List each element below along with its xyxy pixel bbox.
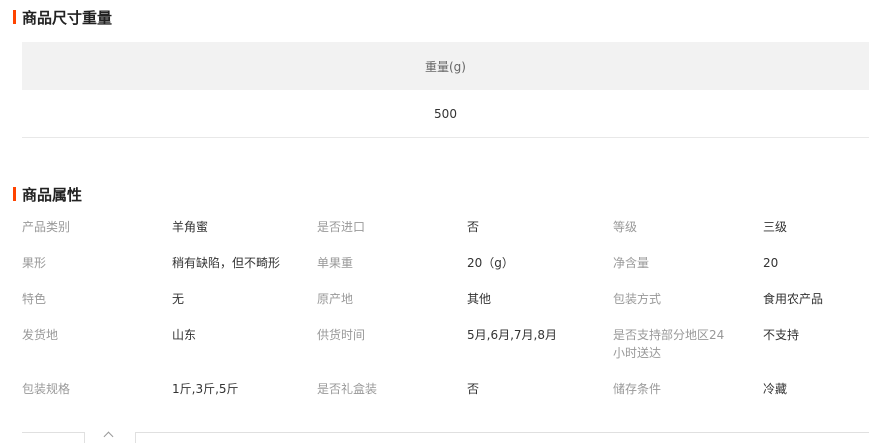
- attributes-section-title: 商品属性: [13, 185, 83, 204]
- attributes-grid: 产品类别 羊角蜜 是否进口 否 等级 三级 果形 稍有缺陷，但不畸形 单果重 2…: [22, 218, 869, 416]
- attribute-value: 无: [172, 292, 185, 306]
- attribute-row: 产品类别 羊角蜜 是否进口 否 等级 三级: [22, 218, 869, 254]
- attribute-label: 发货地: [22, 328, 59, 342]
- size-weight-section-title: 商品尺寸重量: [13, 8, 113, 27]
- attribute-value: 20（g）: [467, 256, 514, 270]
- attribute-label: 果形: [22, 256, 47, 270]
- size-weight-table: 重量(g) 500: [22, 42, 869, 138]
- attribute-value: 否: [467, 382, 480, 396]
- table-header: 重量(g): [22, 42, 869, 90]
- attribute-label: 是否进口: [317, 220, 366, 234]
- attribute-cell: 是否进口 否: [317, 218, 613, 254]
- attribute-cell: 是否礼盒装 否: [317, 380, 613, 416]
- attribute-value: 羊角蜜: [172, 220, 209, 234]
- bottom-tab[interactable]: [22, 432, 85, 443]
- attribute-value: 20: [763, 256, 779, 270]
- attribute-label: 包装规格: [22, 382, 71, 396]
- attribute-row: 果形 稍有缺陷，但不畸形 单果重 20（g） 净含量 20: [22, 254, 869, 290]
- chevron-up-icon[interactable]: [103, 431, 114, 442]
- attribute-label: 包装方式: [613, 292, 662, 306]
- attribute-cell: 储存条件 冷藏: [613, 380, 869, 416]
- attribute-value: 1斤,3斤,5斤: [172, 382, 239, 396]
- attribute-cell: 特色 无: [22, 290, 317, 326]
- attribute-cell: 是否支持部分地区24小时送达 不支持: [613, 326, 869, 380]
- attribute-cell: 原产地 其他: [317, 290, 613, 326]
- section-title-text: 商品尺寸重量: [22, 8, 113, 27]
- bottom-panel: [135, 432, 869, 443]
- attribute-label: 单果重: [317, 256, 354, 270]
- bottom-toolbar: [22, 431, 869, 443]
- weight-header: 重量(g): [425, 59, 466, 74]
- attribute-row: 发货地 山东 供货时间 5月,6月,7月,8月 是否支持部分地区24小时送达 不…: [22, 326, 869, 380]
- attribute-label: 是否支持部分地区24小时送达: [613, 328, 725, 360]
- attribute-label: 净含量: [613, 256, 650, 270]
- attribute-value: 食用农产品: [763, 292, 824, 306]
- attribute-value: 稍有缺陷，但不畸形: [172, 256, 281, 270]
- attribute-label: 供货时间: [317, 328, 366, 342]
- attribute-row: 包装规格 1斤,3斤,5斤 是否礼盒装 否 储存条件 冷藏: [22, 380, 869, 416]
- attribute-value: 其他: [467, 292, 492, 306]
- attribute-cell: 产品类别 羊角蜜: [22, 218, 317, 254]
- attribute-cell: 包装方式 食用农产品: [613, 290, 869, 326]
- attribute-label: 特色: [22, 292, 47, 306]
- section-accent-bar: [13, 10, 16, 24]
- attribute-cell: 包装规格 1斤,3斤,5斤: [22, 380, 317, 416]
- attribute-label: 等级: [613, 220, 638, 234]
- section-title-text: 商品属性: [22, 185, 83, 204]
- attribute-label: 原产地: [317, 292, 354, 306]
- attribute-cell: 供货时间 5月,6月,7月,8月: [317, 326, 613, 380]
- attribute-cell: 果形 稍有缺陷，但不畸形: [22, 254, 317, 290]
- attribute-cell: 单果重 20（g）: [317, 254, 613, 290]
- section-accent-bar: [13, 187, 16, 201]
- attribute-value: 不支持: [763, 328, 800, 342]
- attribute-cell: 发货地 山东: [22, 326, 317, 380]
- attribute-value: 冷藏: [763, 382, 788, 396]
- attribute-label: 储存条件: [613, 382, 662, 396]
- attribute-value: 5月,6月,7月,8月: [467, 328, 557, 342]
- attribute-value: 山东: [172, 328, 197, 342]
- weight-value: 500: [434, 106, 457, 121]
- attribute-row: 特色 无 原产地 其他 包装方式 食用农产品: [22, 290, 869, 326]
- attribute-cell: 等级 三级: [613, 218, 869, 254]
- attribute-cell: 净含量 20: [613, 254, 869, 290]
- attribute-value: 三级: [763, 220, 788, 234]
- attribute-label: 是否礼盒装: [317, 382, 378, 396]
- attribute-value: 否: [467, 220, 480, 234]
- attribute-label: 产品类别: [22, 220, 71, 234]
- table-row: 500: [22, 90, 869, 138]
